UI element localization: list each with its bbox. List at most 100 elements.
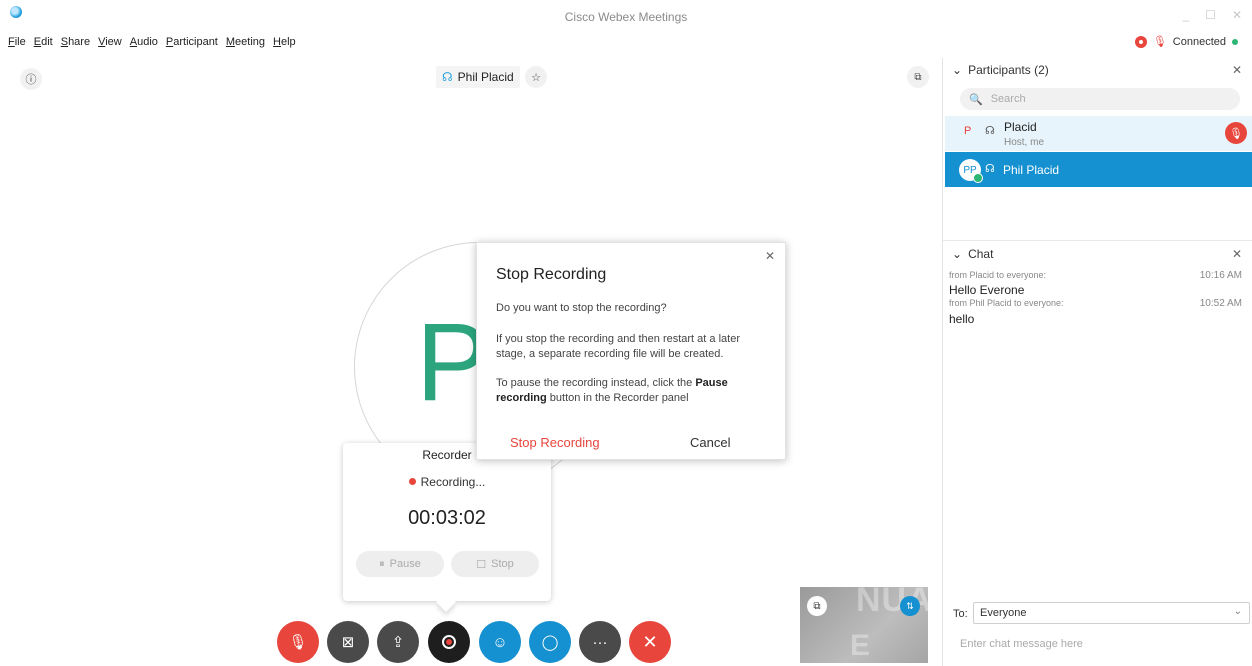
menu-audio[interactable]: Audio bbox=[130, 36, 158, 48]
connection-label: Connected bbox=[1172, 35, 1226, 48]
self-view-swap-button[interactable]: ⇅ bbox=[900, 596, 920, 616]
connected-dot-icon bbox=[1232, 38, 1238, 45]
chevron-down-icon: ⌄ bbox=[952, 63, 963, 77]
self-view-video[interactable]: NUA E HALL ⧉ ⇅ bbox=[800, 587, 928, 663]
dialog-info: If you stop the recording and then resta… bbox=[496, 333, 740, 360]
participant-avatar: P bbox=[964, 125, 972, 137]
chat-header[interactable]: ⌄ Chat bbox=[952, 247, 993, 261]
window-controls: _ ☐ ✕ bbox=[1182, 8, 1242, 22]
participants-icon: ☺ bbox=[492, 633, 508, 651]
recording-dot-icon bbox=[408, 478, 416, 485]
chat-close-button[interactable]: ✕ bbox=[1232, 247, 1242, 261]
menu-view[interactable]: View bbox=[98, 36, 122, 48]
stop-label: Stop bbox=[491, 558, 514, 570]
stop-recording-panel-button[interactable]: ☐ Stop bbox=[451, 551, 539, 577]
recorder-panel: Recorder Recording... 00:03:02 ⏸ Pause ☐… bbox=[343, 443, 551, 601]
participant-name: Phil Placid bbox=[1003, 163, 1060, 177]
chat-button[interactable]: ◯ bbox=[529, 621, 571, 663]
close-window-button[interactable]: ✕ bbox=[1232, 8, 1242, 22]
meeting-info-button[interactable]: ⓘ bbox=[20, 68, 42, 90]
chat-message-time: 10:52 AM bbox=[1199, 298, 1242, 309]
recorder-status: Recording... bbox=[343, 475, 551, 489]
menu-file[interactable]: File bbox=[8, 36, 26, 48]
pause-hint-suffix: button in the Recorder panel bbox=[546, 392, 689, 404]
headset-icon: ☊ bbox=[442, 70, 453, 84]
muted-mic-icon: 🎙 bbox=[1152, 36, 1167, 48]
more-options-button[interactable]: ··· bbox=[579, 621, 621, 663]
active-speaker-name: Phil Placid bbox=[457, 70, 514, 84]
record-icon bbox=[442, 635, 456, 649]
minimize-video-icon: ⧉ bbox=[813, 600, 821, 612]
muted-mic-icon: 🎙 bbox=[288, 634, 308, 651]
menu-edit[interactable]: Edit bbox=[34, 36, 53, 48]
participant-row[interactable]: PP ☊ Phil Placid bbox=[945, 152, 1252, 187]
close-icon: ✕ bbox=[1231, 247, 1242, 261]
active-speaker-tag: ☊ Phil Placid bbox=[436, 66, 520, 88]
chevron-down-icon: ⌄ bbox=[1233, 606, 1242, 617]
cancel-button[interactable]: Cancel bbox=[690, 435, 730, 450]
menu-bar: File Edit Share View Audio Participant M… bbox=[8, 36, 296, 48]
headset-icon: ☊ bbox=[985, 125, 995, 137]
chat-to-label: To: bbox=[953, 608, 968, 620]
side-panel: ⌄ Participants (2) ✕ 🔍 Search P ☊ Placid… bbox=[942, 58, 1252, 666]
pause-hint-prefix: To pause the recording instead, click th… bbox=[496, 377, 696, 389]
participants-header[interactable]: ⌄ Participants (2) bbox=[952, 63, 1049, 77]
chat-title: Chat bbox=[968, 247, 994, 261]
muted-mic-icon: 🎙 bbox=[1229, 127, 1243, 140]
info-icon: ⓘ bbox=[25, 74, 37, 86]
maximize-button[interactable]: ☐ bbox=[1205, 8, 1216, 22]
chat-message-sender: from Phil Placid to everyone: bbox=[949, 298, 1064, 308]
window-title: Cisco Webex Meetings bbox=[564, 10, 688, 24]
leave-meeting-button[interactable]: ✕ bbox=[629, 621, 671, 663]
menu-share[interactable]: Share bbox=[61, 36, 90, 48]
participant-role: Host, me bbox=[1004, 137, 1045, 148]
unmute-button[interactable]: 🎙 bbox=[277, 621, 319, 663]
panel-divider bbox=[943, 240, 1252, 241]
participants-button[interactable]: ☺ bbox=[479, 621, 521, 663]
pause-label: Pause bbox=[389, 558, 421, 570]
swap-icon: ⇅ bbox=[906, 600, 914, 611]
recorder-button[interactable] bbox=[428, 621, 470, 663]
stop-square-icon: ☐ bbox=[476, 558, 487, 571]
menu-help[interactable]: Help bbox=[273, 36, 296, 48]
headset-icon: ☊ bbox=[985, 163, 995, 175]
chat-message-text: Hello Everone bbox=[949, 283, 1025, 297]
participants-search-input[interactable]: 🔍 Search bbox=[960, 88, 1240, 110]
video-off-icon: ⊠ bbox=[341, 634, 355, 651]
search-placeholder: Search bbox=[990, 93, 1026, 105]
participant-name: Placid bbox=[1004, 120, 1037, 134]
chat-message-input[interactable]: Enter chat message here bbox=[960, 638, 1083, 650]
participants-close-button[interactable]: ✕ bbox=[1232, 63, 1242, 77]
chat-recipient-select[interactable]: Everyone ⌄ bbox=[973, 602, 1250, 624]
recording-indicator-icon bbox=[1134, 35, 1147, 48]
participant-mute-button[interactable]: 🎙 bbox=[1225, 122, 1247, 144]
pause-icon: ⏸ bbox=[379, 557, 385, 570]
minimize-button[interactable]: _ bbox=[1182, 8, 1189, 22]
start-video-button[interactable]: ⊠ bbox=[327, 621, 369, 663]
close-icon: ✕ bbox=[764, 249, 775, 263]
self-view-hide-button[interactable]: ⧉ bbox=[807, 596, 827, 616]
pin-button[interactable]: ☆ bbox=[525, 66, 547, 88]
dialog-close-button[interactable]: ✕ bbox=[765, 249, 775, 263]
chat-recipient-value: Everyone bbox=[980, 607, 1027, 619]
layout-icon: ⧉ bbox=[914, 71, 922, 83]
menu-meeting[interactable]: Meeting bbox=[226, 36, 265, 48]
chat-bubble-icon: ◯ bbox=[541, 634, 559, 651]
participants-title: Participants (2) bbox=[968, 63, 1049, 77]
close-icon: ✕ bbox=[642, 631, 658, 652]
connection-status[interactable]: 🎙 Connected bbox=[1134, 35, 1238, 48]
close-icon: ✕ bbox=[1231, 63, 1242, 77]
layout-button[interactable]: ⧉ bbox=[907, 66, 929, 88]
recorder-elapsed-time: 00:03:02 bbox=[408, 507, 486, 529]
share-content-button[interactable]: ⇪ bbox=[377, 621, 419, 663]
chevron-down-icon: ⌄ bbox=[952, 247, 963, 261]
dialog-question: Do you want to stop the recording? bbox=[496, 302, 667, 314]
pin-icon: ☆ bbox=[531, 71, 541, 84]
participant-row[interactable]: P ☊ Placid Host, me 🎙 bbox=[945, 116, 1252, 151]
menu-participant[interactable]: Participant bbox=[166, 36, 218, 48]
search-icon: 🔍 bbox=[969, 93, 983, 106]
chat-message-time: 10:16 AM bbox=[1199, 270, 1242, 281]
confirm-stop-recording-button[interactable]: Stop Recording bbox=[510, 435, 600, 450]
pause-recording-button[interactable]: ⏸ Pause bbox=[356, 551, 444, 577]
chat-message-text: hello bbox=[949, 312, 975, 326]
